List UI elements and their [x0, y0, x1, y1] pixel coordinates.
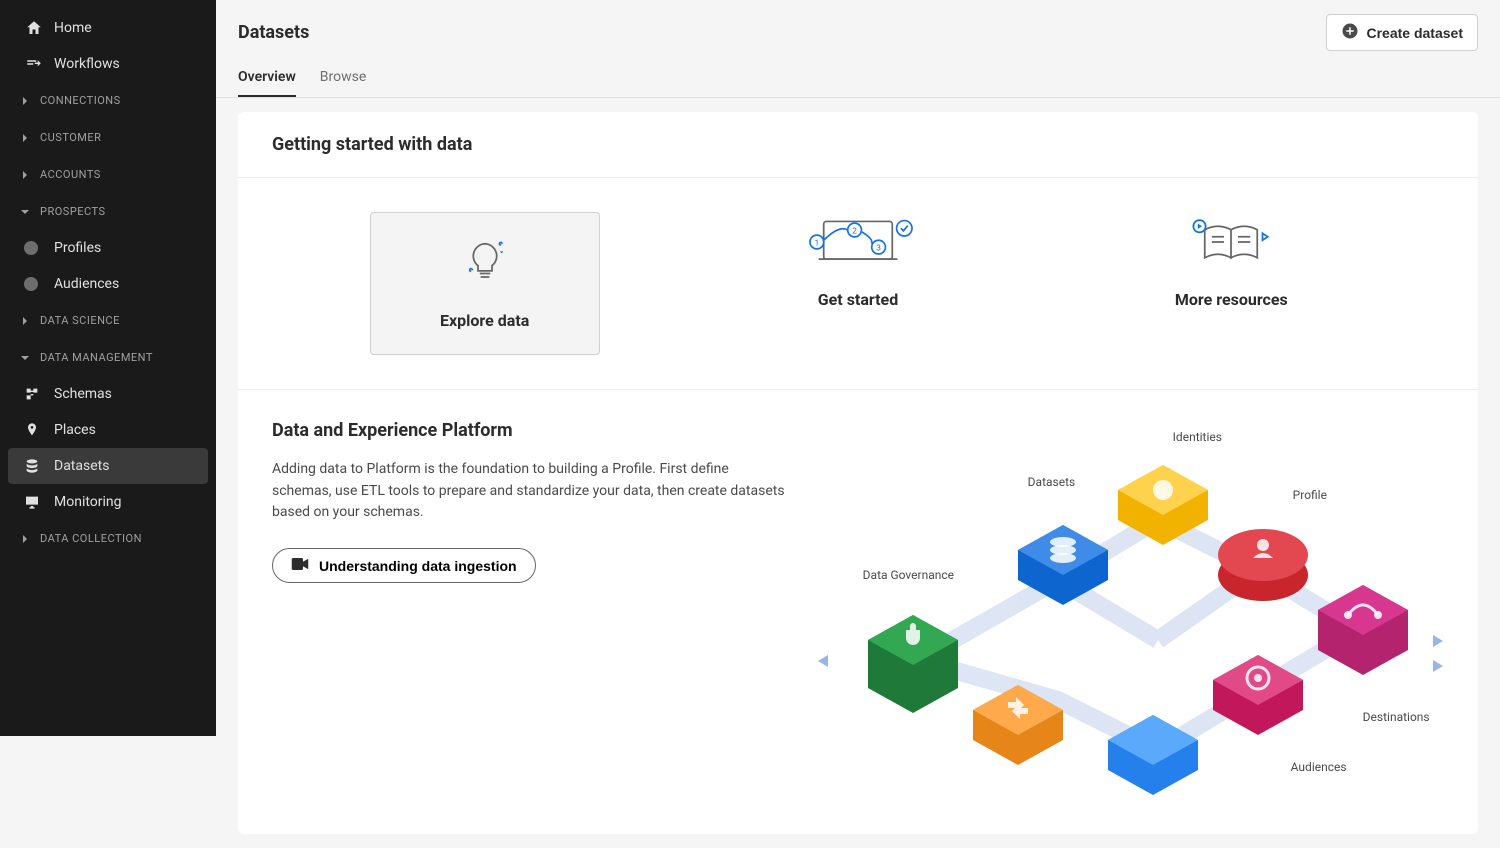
card-title: Explore data [381, 311, 589, 330]
platform-diagram: Identities Datasets Profile Data Governa… [818, 420, 1458, 804]
page-header: Datasets Create dataset [216, 0, 1500, 51]
chevron-right-icon [20, 96, 34, 106]
getting-started-panel: Getting started with data Explore data [238, 112, 1478, 834]
sidebar-item-home[interactable]: Home [0, 10, 216, 46]
sidebar: Home Workflows CONNECTIONS CUSTOMER ACCO… [0, 0, 216, 736]
section-label: DATA SCIENCE [40, 314, 120, 327]
sidebar-section-data-management[interactable]: DATA MANAGEMENT [0, 339, 216, 376]
section-label: CUSTOMER [40, 131, 101, 144]
card-title: More resources [1116, 290, 1346, 309]
create-dataset-button[interactable]: Create dataset [1326, 14, 1479, 51]
svg-text:1: 1 [814, 238, 819, 248]
sidebar-item-label: Schemas [54, 386, 112, 402]
lightbulb-icon [381, 233, 589, 293]
sidebar-item-datasets[interactable]: Datasets [8, 448, 208, 484]
section-label: CONNECTIONS [40, 94, 121, 107]
diagram-label-audiences: Audiences [1291, 760, 1347, 774]
section-label: ACCOUNTS [40, 168, 101, 181]
chevron-down-icon [20, 353, 34, 363]
diagram-label-profile: Profile [1293, 488, 1327, 502]
card-more-resources[interactable]: More resources [1116, 212, 1346, 355]
sidebar-section-data-collection[interactable]: DATA COLLECTION [0, 520, 216, 557]
svg-text:2: 2 [852, 226, 857, 236]
chevron-right-icon [20, 133, 34, 143]
section-text: Data and Experience Platform Adding data… [272, 420, 788, 804]
diagram-label-identities: Identities [1173, 430, 1222, 444]
panel-title: Getting started with data [238, 112, 1478, 178]
card-get-started[interactable]: 1 2 3 Get started [743, 212, 973, 355]
sidebar-item-label: Profiles [54, 240, 101, 256]
sidebar-item-profiles[interactable]: Profiles [0, 230, 216, 266]
main-content: Datasets Create dataset Overview Browse … [216, 0, 1500, 736]
sidebar-section-data-science[interactable]: DATA SCIENCE [0, 302, 216, 339]
section-paragraph: Adding data to Platform is the foundatio… [272, 459, 788, 524]
sidebar-item-audiences[interactable]: Audiences [0, 266, 216, 302]
chevron-right-icon [20, 534, 34, 544]
sidebar-item-monitoring[interactable]: Monitoring [0, 484, 216, 520]
button-label: Create dataset [1367, 25, 1464, 41]
sidebar-item-label: Home [54, 20, 92, 36]
button-label: Understanding data ingestion [319, 558, 517, 574]
section-label: DATA MANAGEMENT [40, 351, 153, 364]
sidebar-item-workflows[interactable]: Workflows [0, 46, 216, 82]
sidebar-item-schemas[interactable]: Schemas [0, 376, 216, 412]
dot-icon [24, 239, 44, 257]
sidebar-item-label: Monitoring [54, 494, 122, 510]
chevron-down-icon [20, 207, 34, 217]
database-icon [24, 457, 44, 475]
sidebar-item-label: Workflows [54, 56, 120, 72]
section-body: Data and Experience Platform Adding data… [238, 390, 1478, 834]
home-icon [24, 19, 44, 37]
diagram-label-destinations: Destinations [1363, 710, 1430, 724]
chevron-right-icon [20, 316, 34, 326]
tab-overview[interactable]: Overview [238, 69, 296, 97]
book-media-icon [1116, 212, 1346, 272]
understanding-ingestion-button[interactable]: Understanding data ingestion [272, 548, 536, 583]
sidebar-section-prospects[interactable]: PROSPECTS [0, 193, 216, 230]
card-title: Get started [743, 290, 973, 309]
plus-circle-icon [1341, 22, 1359, 43]
dot-icon [24, 275, 44, 293]
diagram-label-governance: Data Governance [863, 568, 954, 582]
video-icon [291, 557, 309, 574]
sidebar-item-label: Audiences [54, 276, 119, 292]
section-heading: Data and Experience Platform [272, 420, 788, 441]
workflows-icon [24, 55, 44, 73]
diagram-label-datasets: Datasets [1028, 475, 1076, 489]
chevron-right-icon [20, 170, 34, 180]
sidebar-item-places[interactable]: Places [0, 412, 216, 448]
pin-icon [24, 421, 44, 439]
tabs: Overview Browse [216, 51, 1500, 98]
sidebar-section-customer[interactable]: CUSTOMER [0, 119, 216, 156]
sidebar-section-connections[interactable]: CONNECTIONS [0, 82, 216, 119]
svg-text:3: 3 [876, 244, 881, 254]
isometric-illustration [818, 420, 1458, 800]
sidebar-section-accounts[interactable]: ACCOUNTS [0, 156, 216, 193]
page-title: Datasets [238, 22, 309, 43]
schema-icon [24, 385, 44, 403]
laptop-steps-icon: 1 2 3 [743, 212, 973, 272]
cards-row: Explore data 1 2 3 Ge [238, 178, 1478, 390]
tab-browse[interactable]: Browse [320, 69, 366, 97]
monitor-icon [24, 493, 44, 511]
sidebar-item-label: Places [54, 422, 96, 438]
section-label: PROSPECTS [40, 205, 106, 218]
sidebar-item-label: Datasets [54, 458, 109, 474]
section-label: DATA COLLECTION [40, 532, 142, 545]
card-explore-data[interactable]: Explore data [370, 212, 600, 355]
